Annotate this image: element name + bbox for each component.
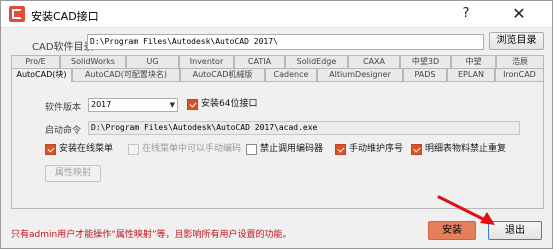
tab-solidworks[interactable]: SolidWorks bbox=[60, 55, 126, 68]
install-button[interactable]: 安装 bbox=[428, 221, 476, 240]
app-icon bbox=[9, 6, 25, 22]
command-input[interactable]: D:\Program Files\Autodesk\AutoCAD 2017\a… bbox=[88, 121, 520, 135]
checkbox-box bbox=[335, 144, 346, 155]
tab-solidedge[interactable]: SolidEdge bbox=[285, 55, 348, 68]
tab-gstarcad[interactable]: 浩辰 bbox=[496, 55, 544, 68]
chevron-down-icon: ▼ bbox=[169, 101, 175, 109]
tab-ug[interactable]: UG bbox=[126, 55, 179, 68]
browse-button[interactable]: 浏览目录 bbox=[489, 32, 544, 50]
close-icon[interactable]: ✕ bbox=[502, 2, 536, 26]
install-cad-dialog: 安装CAD接口 ? ✕ CAD软件目录 D:\Program Files\Aut… bbox=[0, 0, 553, 249]
checkbox-box bbox=[411, 144, 422, 155]
tab-altiumdesigner[interactable]: AltiumDesigner bbox=[317, 68, 403, 81]
option-label: 在线菜单中可以手动编码 bbox=[142, 144, 242, 154]
option-label: 手动维护序号 bbox=[349, 144, 404, 154]
command-label: 启动命令 bbox=[45, 126, 82, 136]
attribute-mapping-button[interactable]: 属性映射 bbox=[45, 165, 101, 182]
checkbox-box bbox=[246, 144, 257, 155]
option-label: 禁止调用编码器 bbox=[260, 144, 324, 154]
option-label: 安装在线菜单 bbox=[59, 144, 114, 154]
tab-inventor[interactable]: Inventor bbox=[179, 55, 234, 68]
option-label: 明细表物料禁止重复 bbox=[425, 144, 507, 154]
cad-dir-label: CAD软件目录 bbox=[32, 42, 94, 53]
install64-label: 安装64位接口 bbox=[201, 99, 258, 109]
tab-cadence[interactable]: Cadence bbox=[265, 68, 317, 81]
option-disable-encoder[interactable]: 禁止调用编码器 bbox=[246, 144, 323, 156]
checkbox-box bbox=[187, 99, 198, 110]
tab-pads[interactable]: PADS bbox=[403, 68, 447, 81]
option-manual-sequence[interactable]: 手动维护序号 bbox=[335, 144, 403, 156]
cad-dir-input[interactable]: D:\Program Files\Autodesk\AutoCAD 2017\ bbox=[87, 34, 484, 50]
option-manual-code[interactable]: 在线菜单中可以手动编码 bbox=[128, 144, 241, 156]
tab-autocad-block[interactable]: AutoCAD(块) bbox=[11, 68, 72, 82]
install64-checkbox[interactable]: 安装64位接口 bbox=[187, 99, 257, 111]
tab-caxa[interactable]: CAXA bbox=[348, 55, 400, 68]
tab-zw3d[interactable]: 中望3D bbox=[400, 55, 451, 68]
tab-pro-e[interactable]: Pro/E bbox=[11, 55, 60, 68]
tab-catia[interactable]: CATIA bbox=[234, 55, 285, 68]
admin-note: 只有admin用户才能操作“属性映射”等，且影响所有用户设置的功能。 bbox=[11, 230, 292, 240]
tab-eplan[interactable]: EPLAN bbox=[447, 68, 495, 81]
title-bar: 安装CAD接口 ? ✕ bbox=[1, 1, 552, 28]
tab-autocad-configurable[interactable]: AutoCAD(可配置块名) bbox=[72, 68, 180, 81]
tab-ironcad[interactable]: IronCAD bbox=[495, 68, 544, 81]
window-title: 安装CAD接口 bbox=[31, 10, 99, 23]
tab-autocad-mechanical[interactable]: AutoCAD机械版 bbox=[180, 68, 265, 81]
tab-zwcad[interactable]: 中望 bbox=[451, 55, 496, 68]
help-icon[interactable]: ? bbox=[449, 2, 483, 26]
version-label: 软件版本 bbox=[45, 103, 82, 113]
checkbox-box bbox=[45, 144, 56, 155]
checkbox-box bbox=[128, 144, 139, 155]
option-online-menu[interactable]: 安装在线菜单 bbox=[45, 144, 113, 156]
version-value: 2017 bbox=[91, 100, 112, 109]
version-select[interactable]: 2017 ▼ bbox=[88, 98, 178, 112]
exit-button[interactable]: 退出 bbox=[488, 221, 542, 240]
option-no-duplicate[interactable]: 明细表物料禁止重复 bbox=[411, 144, 506, 156]
